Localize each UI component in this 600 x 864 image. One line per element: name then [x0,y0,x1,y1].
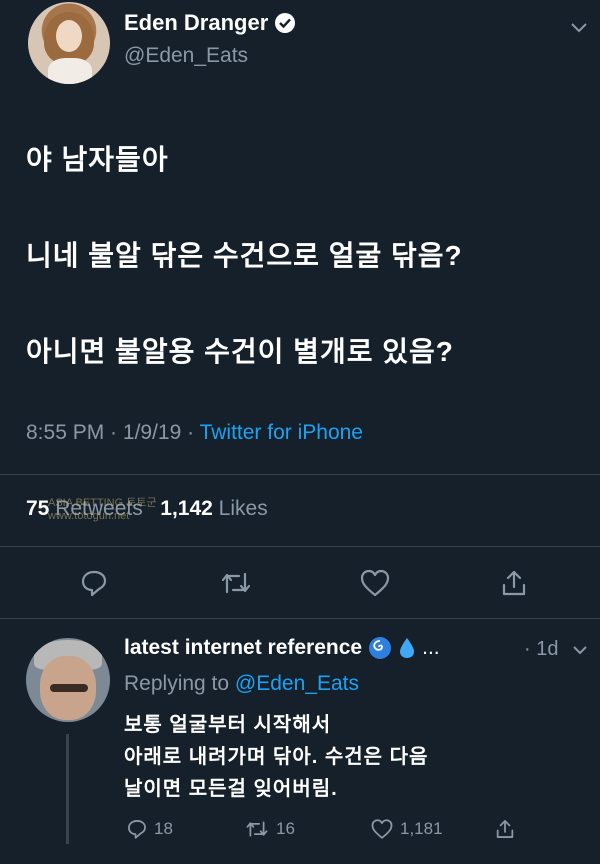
reply-text-line-1: 보통 얼굴부터 시작해서 [124,714,332,736]
meta-separator: · [104,421,123,444]
replying-handle-link[interactable]: @Eden_Eats [235,672,359,695]
cyclone-emoji-icon [369,637,392,659]
meta-separator: · [181,421,200,444]
reply-author-row[interactable]: latest internet reference ... [124,636,440,660]
author-name-row[interactable]: Eden Dranger [124,10,296,36]
tweet-source-link[interactable]: Twitter for iPhone [200,421,363,444]
share-icon [502,570,526,596]
author-avatar[interactable] [28,2,110,84]
likes-count: 1,142 [160,497,213,520]
reply-text-line-3: 날이면 모든걸 잊어버림. [124,778,338,800]
verified-badge-icon [275,13,296,33]
divider [0,546,600,547]
tweet-text-line-1: 야 남자들아 [26,144,169,175]
reply-icon [81,570,107,597]
tweet-time: 8:55 PM [26,421,105,444]
reply-time[interactable]: · 1d [524,638,558,661]
chevron-down-icon[interactable] [570,640,590,660]
likes-stat[interactable]: 1,142 Likes [160,497,267,520]
watermark: ASIA BETTING 토토군 www.totogun.net [6,494,157,522]
tweet-text-line-2: 니네 불알 닦은 수건으로 얼굴 닦음? [26,240,463,271]
retweet-icon [221,572,251,594]
reply-like-button[interactable]: 1,181 [370,818,443,840]
author-handle[interactable]: @Eden_Eats [124,44,248,68]
retweet-button[interactable] [218,565,254,601]
watermark-line-2: www.totogun.net [48,510,130,522]
reply-author-name[interactable]: latest internet reference [124,636,362,660]
reply-text-line-2: 아래로 내려가며 닦아. 수건은 다음 [124,746,429,768]
reply-author-avatar[interactable] [26,638,110,722]
reply-icon [128,820,146,839]
share-button[interactable] [496,565,532,601]
reply-retweets-count: 16 [276,819,295,838]
reply-likes-count: 1,181 [400,819,443,838]
tweet-text-line-3: 아니면 불알용 수건이 별개로 있음? [26,336,454,367]
name-ellipsis: ... [422,636,440,659]
reply-share-button[interactable] [494,818,516,840]
tweet-date: 1/9/19 [122,421,182,444]
chevron-down-icon[interactable] [568,16,590,38]
divider [0,474,600,475]
reply-replies-count: 18 [154,819,173,838]
share-icon [496,820,514,838]
divider [0,618,600,619]
replying-prefix: Replying to [124,672,230,695]
reply-button[interactable] [76,565,112,601]
like-button[interactable] [357,565,393,601]
droplet-emoji-icon [400,638,415,658]
replying-to: Replying to @Eden_Eats [124,672,359,696]
watermark-line-1: ASIA BETTING 토토군 [48,497,157,509]
thread-line [66,734,69,844]
heart-icon [360,569,390,597]
reply-reply-button[interactable]: 18 [126,818,173,840]
author-name[interactable]: Eden Dranger [124,10,268,36]
reply-retweet-button[interactable]: 16 [244,818,295,840]
retweet-icon [246,821,268,837]
heart-icon [371,819,393,839]
tweet-meta: 8:55 PM · 1/9/19 · Twitter for iPhone [26,421,363,445]
likes-label: Likes [218,497,268,520]
